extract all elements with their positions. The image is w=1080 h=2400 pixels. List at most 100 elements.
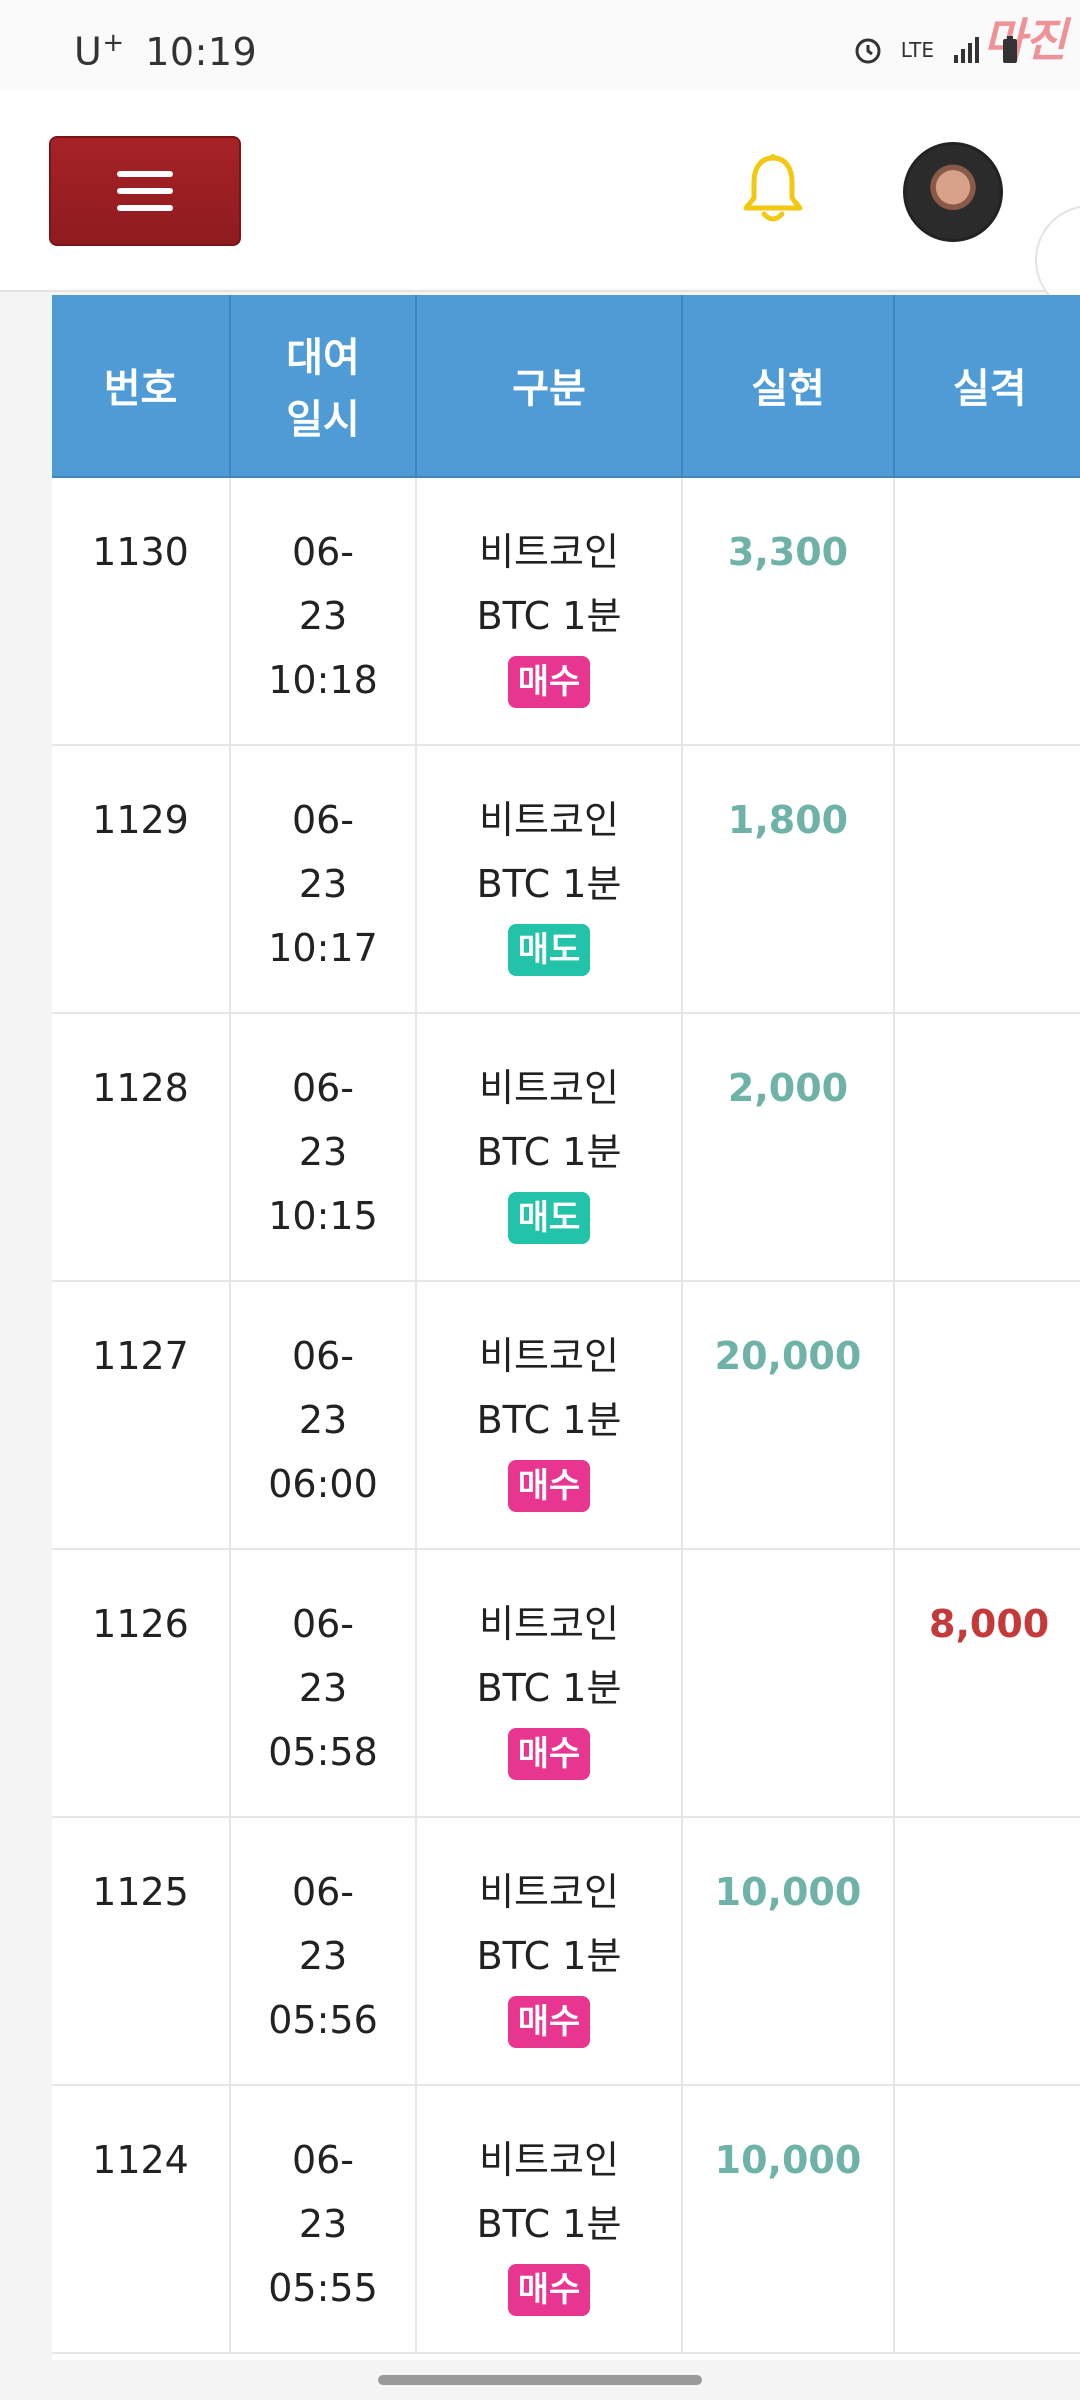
cell-profit <box>682 1549 895 1818</box>
cell-profit: 20,000 <box>682 1281 895 1550</box>
row-profit: 20,000 <box>714 1334 862 1378</box>
col-header-loss: 실격 <box>894 295 1080 478</box>
menu-button[interactable] <box>49 136 241 246</box>
col-header-profit: 실현 <box>682 295 895 478</box>
row-time: 10:17 <box>268 926 378 970</box>
row-profit: 10,000 <box>714 2138 862 2182</box>
cell-category: 비트코인 BTC 1분 매수 <box>416 477 683 746</box>
row-date-day: 23 <box>298 1934 348 1978</box>
row-profit: 1,800 <box>727 798 849 842</box>
cell-profit: 2,000 <box>682 1013 895 1282</box>
row-date-day: 23 <box>298 1666 348 1710</box>
cell-profit: 10,000 <box>682 2085 895 2354</box>
row-time: 10:18 <box>268 658 378 702</box>
cell-date: 06- 23 05:55 <box>230 2085 417 2354</box>
row-number: 1125 <box>92 1870 189 1914</box>
system-nav-area <box>0 2360 1080 2400</box>
row-date-month: 06- <box>291 2138 355 2182</box>
table-row[interactable]: 1125 06- 23 05:56 비트코인 BTC 1분매수 10,000 <box>52 1817 1080 2086</box>
col-header-number: 번호 <box>52 295 231 478</box>
cell-loss <box>894 1013 1080 1282</box>
row-number: 1130 <box>92 530 189 574</box>
app-header <box>0 90 1080 292</box>
gesture-bar[interactable] <box>378 2375 702 2385</box>
row-time: 05:55 <box>268 2266 378 2310</box>
cell-loss <box>894 745 1080 1014</box>
cell-category: 비트코인 BTC 1분 매도 <box>416 1013 683 1282</box>
cell-loss <box>894 477 1080 746</box>
carrier-time: U+ 10:19 <box>74 28 257 74</box>
cell-category: 비트코인 BTC 1분매수 <box>416 2085 683 2354</box>
row-date-month: 06- <box>291 1334 355 1378</box>
cell-loss <box>894 1281 1080 1550</box>
status-icons: LTE <box>853 30 1020 70</box>
row-date-month: 06- <box>291 530 355 574</box>
cell-date: 06- 23 05:56 <box>230 1817 417 2086</box>
side-badge: 매수 <box>507 656 591 708</box>
row-profit: 3,300 <box>727 530 849 574</box>
row-asset: 비트코인 <box>479 1870 619 1914</box>
table-row[interactable]: 1128 06- 23 10:15 비트코인 BTC 1분 매도 2,000 <box>52 1013 1080 1282</box>
alarm-icon <box>855 38 881 64</box>
page: U+ 10:19 마진 LTE 번호 대여 일시 구분 실현 실격 1130 0… <box>0 0 1080 2400</box>
carrier-plus: + <box>102 28 125 58</box>
cell-category: 비트코인 BTC 1분 매수 <box>416 1281 683 1550</box>
cell-number: 1129 <box>52 745 231 1014</box>
side-badge: 매수 <box>507 2264 591 2316</box>
row-time: 06:00 <box>268 1462 378 1506</box>
side-badge: 매도 <box>507 1192 591 1244</box>
row-time: 05:58 <box>268 1730 378 1774</box>
cell-category: 비트코인 BTC 1분 매수 <box>416 1549 683 1818</box>
cell-number: 1126 <box>52 1549 231 1818</box>
row-product: BTC 1분 <box>476 1666 622 1710</box>
table-row[interactable]: 1124 06- 23 05:55 비트코인 BTC 1분매수 10,000 <box>52 2085 1080 2354</box>
col-header-date: 대여 일시 <box>230 295 417 478</box>
table-row[interactable]: 1130 06- 23 10:18 비트코인 BTC 1분 매수 3,300 <box>52 477 1080 746</box>
cell-number: 1125 <box>52 1817 231 2086</box>
avatar[interactable] <box>903 142 1003 242</box>
battery-icon <box>1003 36 1017 63</box>
cell-number: 1128 <box>52 1013 231 1282</box>
row-loss: 8,000 <box>929 1602 1050 1646</box>
trade-history-table-wrapper[interactable]: 번호 대여 일시 구분 실현 실격 1130 06- 23 10:18 비트코인 BTC 1… <box>52 295 1080 2360</box>
row-date-day: 23 <box>298 862 348 906</box>
cell-category: 비트코인 BTC 1분매수 <box>416 1817 683 2086</box>
table-row[interactable]: 1126 06- 23 05:58 비트코인 BTC 1분 매수 8,000 <box>52 1549 1080 1818</box>
side-badge: 매수 <box>507 1460 591 1512</box>
hamburger-icon <box>117 171 173 211</box>
row-asset: 비트코인 <box>479 798 619 842</box>
cell-profit: 10,000 <box>682 1817 895 2086</box>
row-asset: 비트코인 <box>479 530 619 574</box>
table-row[interactable]: 1127 06- 23 06:00 비트코인 BTC 1분 매수 20,000 <box>52 1281 1080 1550</box>
row-date-month: 06- <box>291 798 355 842</box>
cell-loss: 8,000 <box>894 1549 1080 1818</box>
row-date-day: 23 <box>298 2202 348 2246</box>
cell-profit: 1,800 <box>682 745 895 1014</box>
row-product: BTC 1분 <box>476 862 622 906</box>
clock: 10:19 <box>145 29 258 74</box>
row-asset: 비트코인 <box>479 1334 619 1378</box>
row-date-month: 06- <box>291 1066 355 1110</box>
bell-icon[interactable] <box>740 152 806 226</box>
row-time: 10:15 <box>268 1194 378 1238</box>
trade-history-table: 번호 대여 일시 구분 실현 실격 1130 06- 23 10:18 비트코인 BTC 1… <box>52 295 1080 2354</box>
row-date-month: 06- <box>291 1602 355 1646</box>
row-date-day: 23 <box>298 1398 348 1442</box>
side-badge: 매수 <box>507 1728 591 1780</box>
cell-number: 1124 <box>52 2085 231 2354</box>
row-product: BTC 1분 <box>476 2202 622 2246</box>
cell-number: 1130 <box>52 477 231 746</box>
side-badge: 매수 <box>507 1996 591 2048</box>
col-header-category: 구분 <box>416 295 683 478</box>
row-number: 1127 <box>92 1334 189 1378</box>
cell-category: 비트코인 BTC 1분 매도 <box>416 745 683 1014</box>
row-asset: 비트코인 <box>479 2138 619 2182</box>
row-product: BTC 1분 <box>476 1934 622 1978</box>
cell-loss <box>894 1817 1080 2086</box>
row-date-day: 23 <box>298 1130 348 1174</box>
cell-date: 06- 23 10:15 <box>230 1013 417 1282</box>
cell-date: 06- 23 10:18 <box>230 477 417 746</box>
table-row[interactable]: 1129 06- 23 10:17 비트코인 BTC 1분 매도 1,800 <box>52 745 1080 1014</box>
signal-icon <box>954 37 979 63</box>
row-number: 1126 <box>92 1602 189 1646</box>
